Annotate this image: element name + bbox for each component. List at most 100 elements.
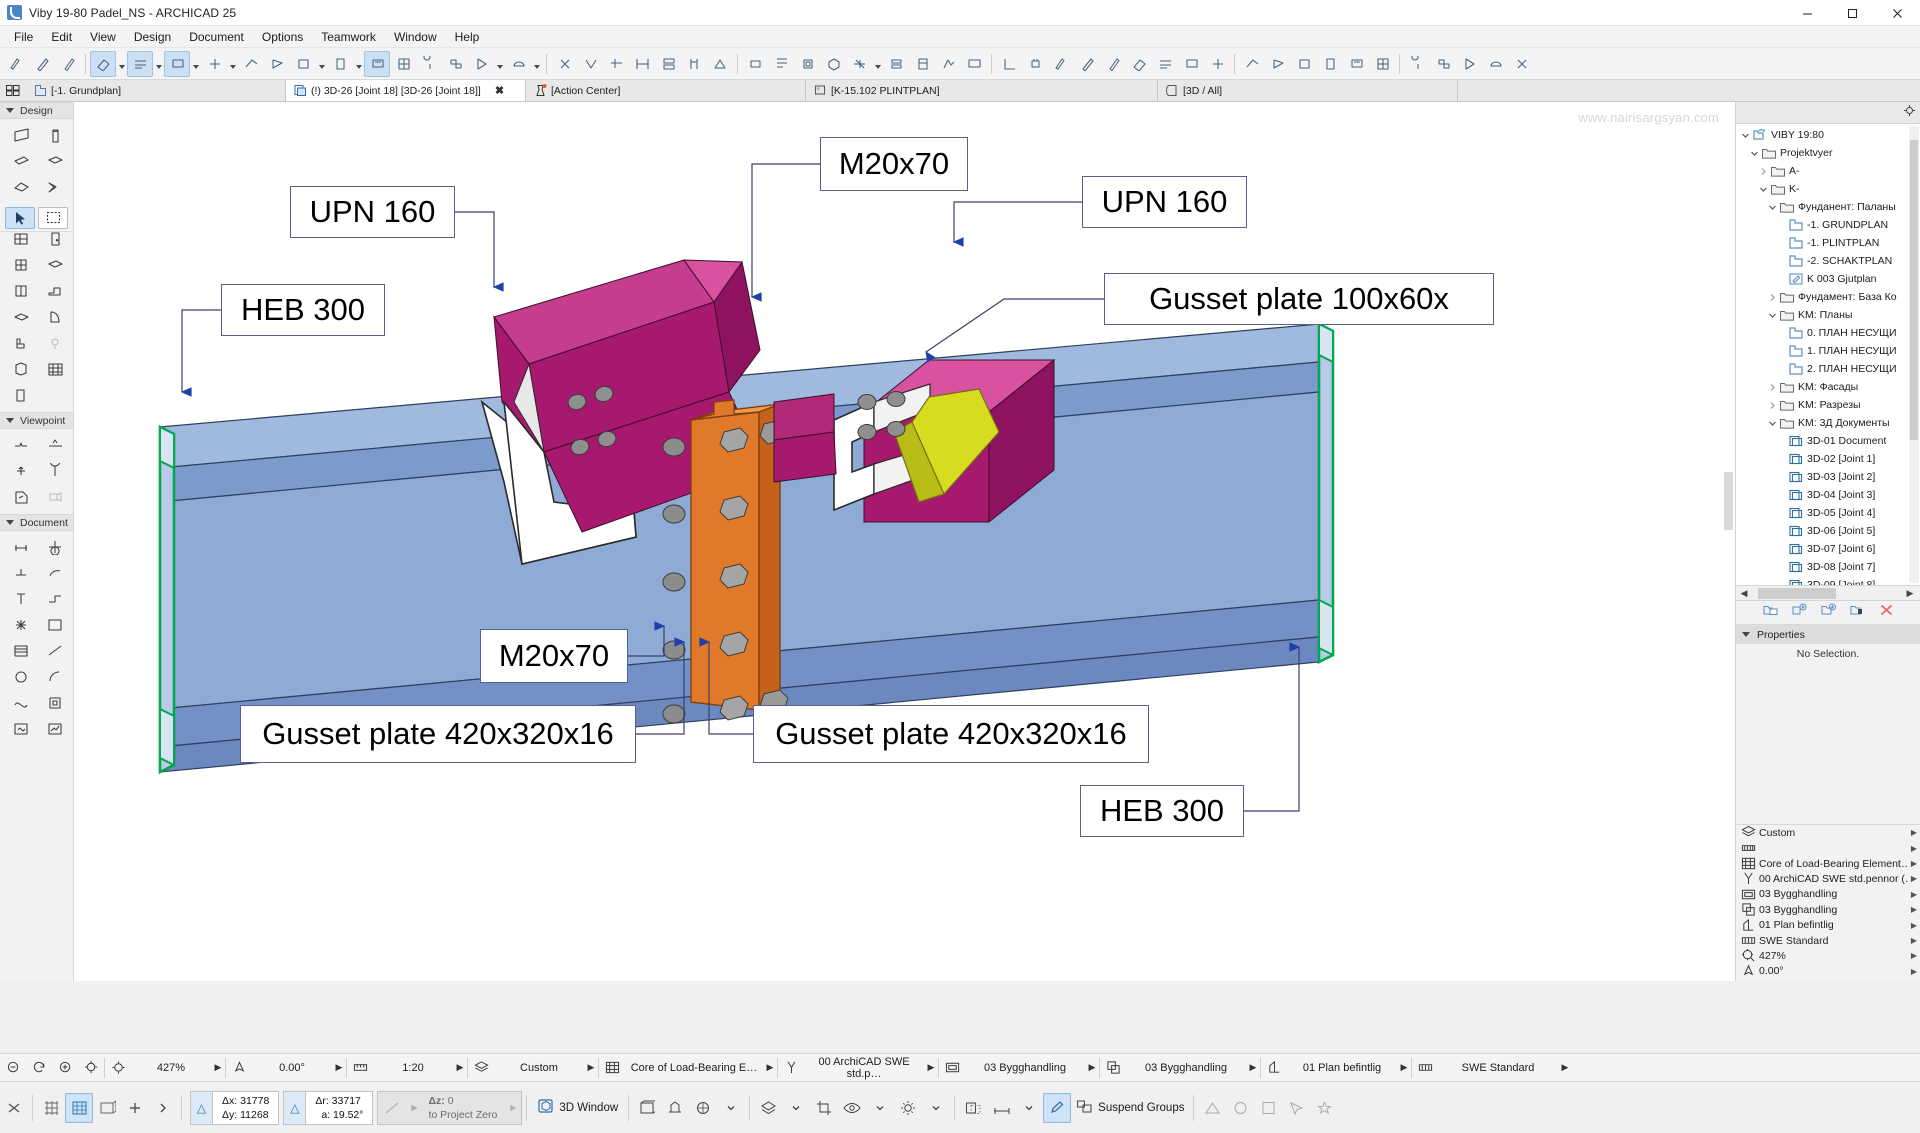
zoom-in-icon[interactable] [52,1055,78,1081]
tab-3d-all[interactable]: [3D / All] [1158,80,1458,101]
arc-tool-icon[interactable] [38,664,72,690]
tree-node[interactable]: KM: Планы [1736,306,1920,324]
callout-heb300-right[interactable]: HEB 300 [1080,785,1244,837]
tree-twisty-icon[interactable] [1766,383,1779,392]
tree-node[interactable]: 3D-05 [Joint 4] [1736,504,1920,522]
toolbar-button-32[interactable] [961,51,987,77]
status-field-dimension-style[interactable]: SWE Standard ▶ [1412,1055,1572,1081]
toolbar-button-23[interactable] [707,51,733,77]
chevron-right-icon[interactable]: ▶ [1908,967,1920,976]
status-field-zoom-level[interactable]: 427% ▶ [105,1055,225,1081]
wall-tool-icon[interactable] [4,122,38,148]
toolbar-button-49[interactable] [1430,51,1456,77]
toolbar-button-50[interactable] [1456,51,1482,77]
tree-twisty-icon[interactable] [1766,293,1779,302]
tree-node[interactable]: 3D-07 [Joint 6] [1736,540,1920,558]
tracker-polar[interactable]: △ Δr: 33717 a: 19.52° [283,1090,374,1125]
tree-node[interactable]: 3D-09 [Joint 8] [1736,576,1920,585]
tree-twisty-icon[interactable] [1748,149,1761,158]
menu-design[interactable]: Design [125,27,180,47]
slab-tool-icon[interactable] [38,148,72,174]
toolbar-button-13[interactable] [416,51,442,77]
tab-plintplan[interactable]: [K-15.102 PLINTPLAN] [806,80,1158,101]
window-type-indicator[interactable]: 3D Window [531,1098,624,1117]
interior-elevation-tool-icon[interactable] [4,458,38,484]
status-field-scale[interactable]: 1:20 ▶ [347,1055,467,1081]
chevron-right-icon[interactable]: ▶ [1908,874,1920,883]
menu-help[interactable]: Help [446,27,489,47]
chevron-right-icon[interactable]: ▶ [584,1062,598,1073]
tree-node[interactable]: 3D-01 Document [1736,432,1920,450]
grid-snap-icon[interactable] [37,1093,65,1123]
chevron-down-icon-3[interactable] [866,1093,894,1123]
toolbar-button-20[interactable] [629,51,655,77]
column-tool-icon[interactable] [38,122,72,148]
attribute-row[interactable]: 01 Plan befintlig ▶ [1736,917,1920,932]
tree-hscroll-thumb[interactable] [1758,588,1836,599]
toolbar-dropdown-17[interactable] [531,51,542,77]
measure-icon[interactable] [987,1093,1015,1123]
palette-section-design[interactable]: Design [0,102,73,119]
skylight-tool-icon[interactable] [38,252,72,278]
toolbar-button-30[interactable] [909,51,935,77]
toolbar-button-9[interactable] [290,51,316,77]
tree-node[interactable]: 3D-03 [Joint 2] [1736,468,1920,486]
callout-m20x70-top[interactable]: M20x70 [820,137,968,191]
3d-viewport[interactable]: www.nairisargsyan.com UPN 160 M20x70 UPN… [74,102,1735,981]
properties-header[interactable]: Properties [1736,625,1920,644]
spline-tool-icon[interactable] [4,690,38,716]
chevron-right-icon[interactable]: ▶ [1908,859,1920,868]
tree-twisty-icon[interactable] [1757,185,1770,194]
toolbar-button-25[interactable] [768,51,794,77]
sun-icon[interactable] [894,1093,922,1123]
grid-options-icon[interactable] [93,1093,121,1123]
toolbar-button-46[interactable] [1343,51,1369,77]
toolbar-button-18[interactable] [577,51,603,77]
figure-tool-icon[interactable] [4,716,38,742]
toolbar-dropdown-4[interactable] [116,51,127,77]
tree-node[interactable]: 0. ПЛАН НЕСУЩИ [1736,324,1920,342]
tree-node[interactable]: 3D-04 [Joint 3] [1736,486,1920,504]
grid-tool-icon[interactable] [38,356,72,382]
tree-node[interactable]: 3D-06 [Joint 5] [1736,522,1920,540]
tree-scroll-thumb[interactable] [1910,140,1918,440]
tab-grundplan[interactable]: [-1. Grundplan] [26,80,286,101]
chevron-right-icon[interactable]: ▶ [332,1062,346,1073]
fill-tool-icon[interactable] [4,638,38,664]
fit-in-window-icon[interactable] [78,1055,104,1081]
arrow-outline-icon[interactable] [1282,1093,1310,1123]
zoom-previous-icon[interactable] [26,1055,52,1081]
menu-document[interactable]: Document [180,27,253,47]
suspend-groups-button[interactable]: Suspend Groups [1071,1099,1189,1117]
toolbar-button-14[interactable] [442,51,468,77]
attribute-row[interactable]: SWE Standard ▶ [1736,933,1920,948]
close-all-icon[interactable] [0,1093,28,1123]
toolbar-button-51[interactable] [1482,51,1508,77]
chevron-down-icon-5[interactable] [1015,1093,1043,1123]
tree-horizontal-scrollbar[interactable]: ◀ ▶ [1736,586,1920,601]
elevation-tool-icon[interactable] [38,432,72,458]
hotlink-icon[interactable] [38,690,72,716]
menu-options[interactable]: Options [253,27,312,47]
project-tree[interactable]: VIBY 19:80 Projektvyer A- K- Фунданент: Пала… [1736,124,1920,586]
opening-tool-icon[interactable] [4,382,38,408]
toolbar-button-28[interactable] [846,51,872,77]
chevron-down-icon-2[interactable] [782,1093,810,1123]
minimize-button[interactable] [1785,0,1830,26]
tree-node[interactable]: VIBY 19:80 [1736,126,1920,144]
toolbar-dropdown-5[interactable] [153,51,164,77]
mesh-tool-icon[interactable] [4,304,38,330]
toolbar-button-26[interactable] [794,51,820,77]
tree-node[interactable]: 1. ПЛАН НЕСУЩИ [1736,342,1920,360]
crop-icon[interactable] [810,1093,838,1123]
toolbar-button-35[interactable] [1048,51,1074,77]
tab-action-center[interactable]: [Action Center] [526,80,806,101]
tree-twisty-icon[interactable] [1766,311,1779,320]
toolbar-button-37[interactable] [1100,51,1126,77]
eye-icon[interactable] [838,1093,866,1123]
toolbar-button-16[interactable] [505,51,531,77]
tree-node[interactable]: Projektvyer [1736,144,1920,162]
tree-twisty-icon[interactable] [1739,131,1752,140]
arrow-tool-icon[interactable] [5,206,35,229]
toolbar-button-43[interactable] [1265,51,1291,77]
